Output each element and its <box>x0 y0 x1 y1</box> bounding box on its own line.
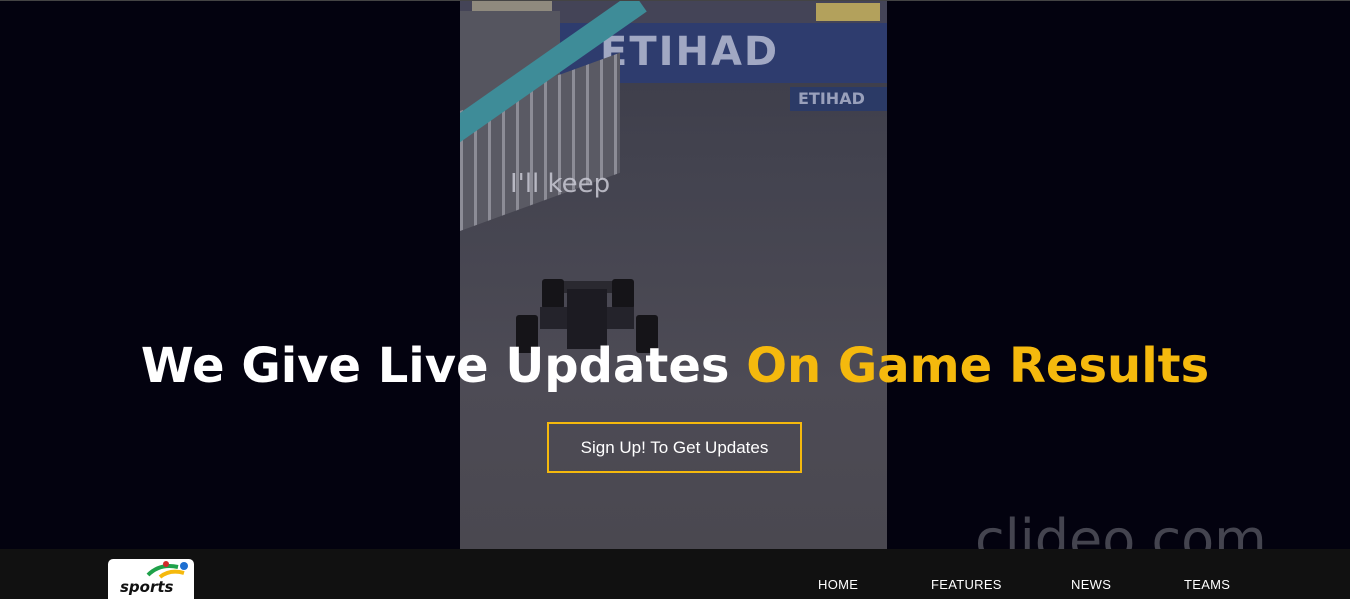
video-banner-small-text: ETIHAD <box>798 89 865 108</box>
car-wheel <box>542 279 564 309</box>
main-navbar: sports HOME FEATURES NEWS TEAMS <box>0 549 1350 599</box>
hero-title-accent: On Game Results <box>746 338 1210 394</box>
hero-title-main: We Give Live Updates <box>140 338 747 394</box>
video-banner-text: ETIHAD <box>600 29 780 75</box>
video-caption: I'll keep <box>510 169 611 199</box>
car-wheel <box>612 279 634 309</box>
signup-button[interactable]: Sign Up! To Get Updates <box>547 422 802 473</box>
video-sponsor-board <box>816 3 880 21</box>
logo-text: sports <box>120 578 174 596</box>
nav-item-home[interactable]: HOME <box>818 577 858 592</box>
nav-item-news[interactable]: NEWS <box>1071 577 1111 592</box>
hero-title: We Give Live Updates On Game Results <box>0 338 1350 394</box>
nav-item-features[interactable]: FEATURES <box>931 577 1002 592</box>
nav-item-teams[interactable]: TEAMS <box>1184 577 1230 592</box>
site-logo[interactable]: sports <box>108 559 194 599</box>
